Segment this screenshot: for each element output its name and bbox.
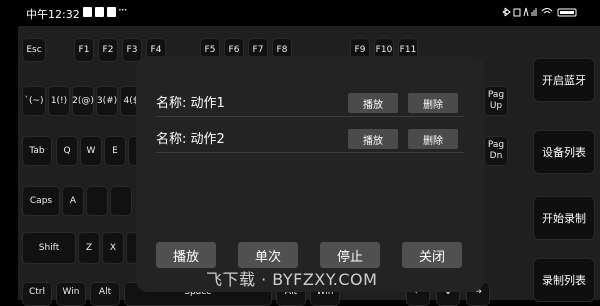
side-panel: 开启蓝牙 设备列表 开始录制 录制列表 — [528, 26, 600, 302]
item-play-button[interactable]: 播放 — [348, 93, 398, 113]
key-a[interactable]: A — [62, 186, 84, 216]
key-2[interactable]: 2(@) — [72, 86, 94, 116]
key-d[interactable] — [110, 186, 132, 216]
key-f2[interactable]: F2 — [98, 38, 118, 62]
status-time: 中午12:32 — [26, 8, 80, 21]
stop-button[interactable]: 停止 — [320, 242, 380, 268]
more-notifications-icon: ··· — [118, 3, 128, 17]
key-caps[interactable]: Caps — [22, 186, 60, 216]
notification-icon — [95, 7, 104, 17]
key-shift[interactable]: Shift — [22, 232, 76, 264]
play-button[interactable]: 播放 — [156, 242, 216, 268]
divider — [156, 152, 464, 153]
item-play-button[interactable]: 播放 — [348, 129, 398, 149]
key-win[interactable]: Win — [56, 282, 86, 306]
key-ctrl[interactable]: Ctrl — [22, 282, 52, 306]
notification-icon — [107, 7, 116, 17]
item-delete-button[interactable]: 删除 — [408, 129, 458, 149]
key-z[interactable]: Z — [78, 232, 100, 264]
item-delete-button[interactable]: 删除 — [408, 93, 458, 113]
recording-list-dialog: 名称: 动作1 播放 删除 名称: 动作2 播放 删除 播放 单次 停止 关闭 — [136, 56, 484, 292]
notification-icon — [83, 7, 92, 17]
status-bar: 中午12:32 ··· — [0, 0, 600, 26]
key-1[interactable]: 1(!) — [48, 86, 70, 116]
close-button[interactable]: 关闭 — [402, 242, 462, 268]
divider — [156, 116, 464, 117]
action-name: 名称: 动作2 — [156, 132, 225, 147]
key-f1[interactable]: F1 — [74, 38, 94, 62]
list-item[interactable]: 名称: 动作1 播放 删除 — [156, 86, 464, 117]
recording-list-button[interactable]: 录制列表 — [533, 258, 595, 302]
key-esc[interactable]: Esc — [22, 38, 46, 62]
key-q[interactable]: Q — [56, 136, 78, 166]
key-3[interactable]: 3(#) — [96, 86, 118, 116]
start-recording-button[interactable]: 开始录制 — [533, 196, 595, 240]
list-item[interactable]: 名称: 动作2 播放 删除 — [156, 122, 464, 153]
action-name: 名称: 动作1 — [156, 96, 225, 111]
key-s[interactable] — [86, 186, 108, 216]
key-page-up[interactable]: Pag Up — [484, 86, 508, 116]
key-backtick[interactable]: `(~) — [22, 86, 46, 116]
key-e[interactable]: E — [104, 136, 126, 166]
status-icons — [502, 6, 582, 21]
key-page-down[interactable]: Pag Dn — [484, 136, 508, 166]
key-x[interactable]: X — [102, 232, 124, 264]
bluetooth-button[interactable]: 开启蓝牙 — [533, 58, 595, 102]
key-tab[interactable]: Tab — [22, 136, 52, 166]
watermark: 飞下载 · BYFZXY.COM — [206, 270, 378, 289]
key-alt[interactable]: Alt — [90, 282, 120, 306]
single-button[interactable]: 单次 — [238, 242, 298, 268]
device-list-button[interactable]: 设备列表 — [533, 130, 595, 174]
bluetooth-icon — [502, 7, 577, 17]
key-w[interactable]: W — [80, 136, 102, 166]
